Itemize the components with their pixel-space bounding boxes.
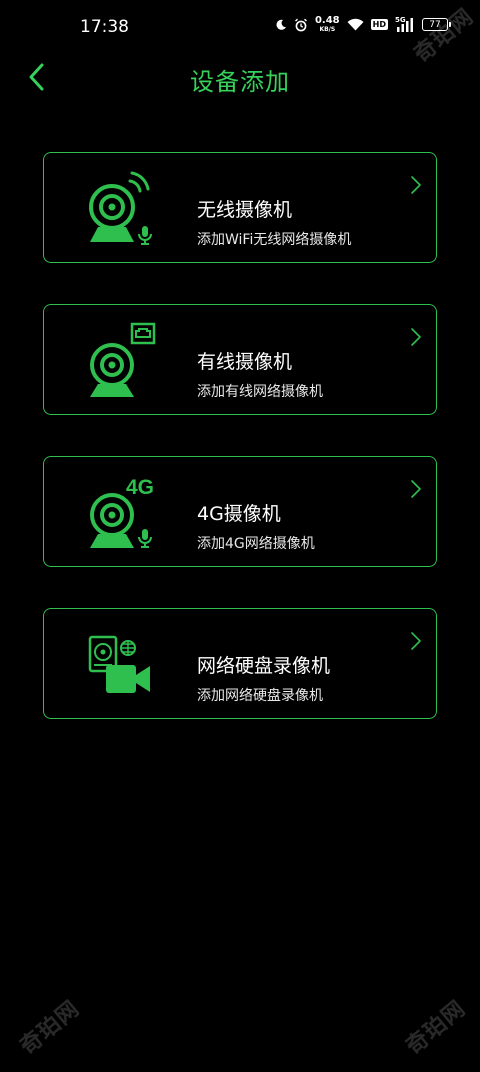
network-speed: 0.48 KB/S: [314, 15, 340, 34]
watermark: 奇珀网: [15, 996, 85, 1060]
card-subtitle: 添加WiFi无线网络摄像机: [197, 232, 352, 248]
card-title: 4G摄像机: [197, 503, 281, 525]
wireless-camera-icon: [89, 171, 152, 245]
wifi-icon: [347, 18, 364, 31]
nvr-icon: [88, 635, 150, 693]
device-card-4g-camera[interactable]: 4G 4G摄像机 添加4G网络摄像机: [43, 456, 437, 567]
device-card-wireless-camera[interactable]: 无线摄像机 添加WiFi无线网络摄像机: [43, 152, 437, 263]
header: 设备添加: [0, 52, 480, 102]
device-card-nvr[interactable]: 网络硬盘录像机 添加网络硬盘录像机: [43, 608, 437, 719]
4g-label: 4G: [126, 476, 154, 499]
card-title: 网络硬盘录像机: [197, 655, 331, 677]
hd-badge: HD: [370, 19, 388, 30]
card-subtitle: 添加网络硬盘录像机: [197, 688, 323, 704]
watermark: 奇珀网: [401, 996, 471, 1060]
device-card-wired-camera[interactable]: 有线摄像机 添加有线网络摄像机: [43, 304, 437, 415]
network-speed-unit: KB/S: [319, 26, 336, 33]
chevron-right-icon: [411, 480, 421, 498]
card-title: 有线摄像机: [197, 351, 293, 373]
page-title: 设备添加: [190, 68, 290, 96]
card-subtitle: 添加有线网络摄像机: [197, 384, 323, 400]
alarm-icon: [295, 18, 307, 31]
signal-bars-icon: [397, 17, 413, 32]
chevron-right-icon: [411, 328, 421, 346]
moon-icon: [276, 19, 286, 30]
cellular-signal: 5G: [395, 16, 415, 32]
card-title: 无线摄像机: [197, 199, 293, 221]
chevron-right-icon: [411, 176, 421, 194]
card-subtitle: 添加4G网络摄像机: [197, 536, 315, 552]
chevron-right-icon: [411, 632, 421, 650]
wired-camera-icon: [90, 322, 156, 397]
status-time: 17:38: [80, 17, 129, 37]
device-add-screen: 17:38 0.48 KB/S HD 5G 77 设备添加 无线摄像机 添加Wi…: [0, 0, 480, 1072]
network-speed-value: 0.48: [314, 15, 340, 26]
4g-camera-icon: 4G: [90, 476, 154, 548]
